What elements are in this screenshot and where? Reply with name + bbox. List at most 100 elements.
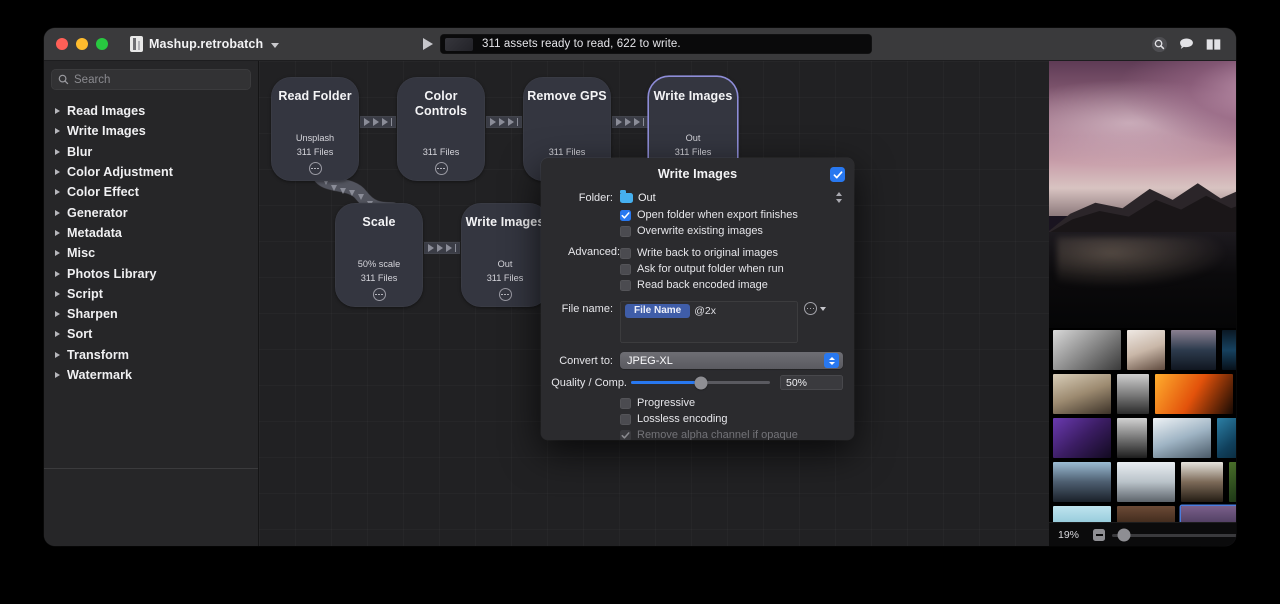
disclosure-triangle-icon[interactable] xyxy=(55,108,60,115)
thumbnail[interactable] xyxy=(1222,330,1236,370)
disclosure-triangle-icon[interactable] xyxy=(55,169,60,176)
sidebar-item-misc[interactable]: Misc xyxy=(44,243,258,263)
thumbnail[interactable] xyxy=(1181,462,1223,502)
sidebar-item-transform[interactable]: Transform xyxy=(44,345,258,365)
book-icon[interactable] xyxy=(1205,36,1222,53)
thumbnail[interactable] xyxy=(1155,374,1233,414)
option-ask-for-output-folder-when-run[interactable]: Ask for output folder when run xyxy=(620,261,843,277)
node-menu-button[interactable] xyxy=(373,288,386,301)
convert-format-select[interactable]: JPEG-XL xyxy=(620,352,843,369)
panel-body: Folder: Out Open folder when export fini… xyxy=(541,181,854,440)
run-button[interactable] xyxy=(419,35,437,53)
minimize-button[interactable] xyxy=(76,38,88,50)
thumbnail[interactable] xyxy=(1053,330,1121,370)
quality-value-field[interactable]: 50% xyxy=(780,375,843,390)
sidebar-item-write-images[interactable]: Write Images xyxy=(44,121,258,141)
checkbox[interactable] xyxy=(620,247,631,259)
folder-row[interactable]: Folder: Out xyxy=(541,190,843,205)
checkbox[interactable] xyxy=(620,263,631,275)
option-open-folder-when-export-finishes[interactable]: Open folder when export finishes xyxy=(620,207,843,223)
sidebar-item-sharpen[interactable]: Sharpen xyxy=(44,304,258,324)
node-scale[interactable]: Scale 50% scale 311 Files xyxy=(335,203,423,307)
zoom-slider[interactable] xyxy=(1112,528,1236,542)
filename-menu-button[interactable] xyxy=(804,302,826,315)
zoom-out-button[interactable] xyxy=(1093,529,1105,541)
thumbnail[interactable] xyxy=(1053,462,1111,502)
thumbnail[interactable] xyxy=(1117,462,1175,502)
close-button[interactable] xyxy=(56,38,68,50)
inspector-search-icon[interactable] xyxy=(1151,36,1168,53)
disclosure-triangle-icon[interactable] xyxy=(55,270,60,277)
option-overwrite-existing-images[interactable]: Overwrite existing images xyxy=(620,223,843,239)
checkbox[interactable] xyxy=(620,209,631,221)
sidebar-item-metadata[interactable]: Metadata xyxy=(44,223,258,243)
option-lossless-encoding[interactable]: Lossless encoding xyxy=(620,411,843,427)
option-read-back-encoded-image[interactable]: Read back encoded image xyxy=(620,277,843,293)
connector-scale-to-write2[interactable] xyxy=(424,242,460,254)
sidebar-item-blur[interactable]: Blur xyxy=(44,142,258,162)
zoom-slider-knob[interactable] xyxy=(1117,528,1131,542)
thumbnail[interactable] xyxy=(1053,418,1111,458)
option-write-back-to-original-images[interactable]: Write back to original images xyxy=(620,245,843,261)
node-menu-button[interactable] xyxy=(435,162,448,175)
quality-slider[interactable] xyxy=(631,376,770,389)
thumbnail[interactable] xyxy=(1217,418,1236,458)
disclosure-triangle-icon[interactable] xyxy=(55,290,60,297)
checkbox[interactable] xyxy=(620,397,631,409)
node-menu-button[interactable] xyxy=(309,162,322,175)
thumbnail[interactable] xyxy=(1171,330,1216,370)
sidebar-item-color-effect[interactable]: Color Effect xyxy=(44,182,258,202)
sidebar-item-generator[interactable]: Generator xyxy=(44,202,258,222)
disclosure-triangle-icon[interactable] xyxy=(55,209,60,216)
thumbnail[interactable] xyxy=(1117,418,1147,458)
chevron-down-icon[interactable] xyxy=(271,42,280,48)
connector-color-to-gps[interactable] xyxy=(486,116,522,128)
disclosure-triangle-icon[interactable] xyxy=(55,229,60,236)
connector-gps-to-write[interactable] xyxy=(612,116,648,128)
thumbnail[interactable] xyxy=(1053,374,1111,414)
option-label: Overwrite existing images xyxy=(637,225,763,237)
disclosure-triangle-icon[interactable] xyxy=(55,250,60,257)
checkbox[interactable] xyxy=(620,279,631,291)
filename-input[interactable]: File Name @2x xyxy=(620,301,798,343)
checkbox[interactable] xyxy=(620,413,631,425)
node-color-controls[interactable]: Color Controls 311 Files xyxy=(397,77,485,181)
panel-enable-checkbox[interactable] xyxy=(830,167,845,182)
checkbox[interactable] xyxy=(620,225,631,237)
sidebar-item-script[interactable]: Script xyxy=(44,284,258,304)
sidebar-item-sort[interactable]: Sort xyxy=(44,324,258,344)
node-write-images-2[interactable]: Write Images Out 311 Files xyxy=(461,203,549,307)
window-body: Search Read Images Write Images Blur Color … xyxy=(44,61,1236,546)
folder-stepper[interactable] xyxy=(835,190,843,205)
disclosure-triangle-icon[interactable] xyxy=(55,351,60,358)
filename-token[interactable]: File Name xyxy=(625,304,691,318)
disclosure-triangle-icon[interactable] xyxy=(55,148,60,155)
sidebar-item-watermark[interactable]: Watermark xyxy=(44,365,258,385)
sidebar-item-read-images[interactable]: Read Images xyxy=(44,101,258,121)
node-read-folder[interactable]: Read Folder Unsplash 311 Files xyxy=(271,77,359,181)
disclosure-triangle-icon[interactable] xyxy=(55,128,60,135)
node-menu-button[interactable] xyxy=(499,288,512,301)
disclosure-triangle-icon[interactable] xyxy=(55,331,60,338)
disclosure-triangle-icon[interactable] xyxy=(55,311,60,318)
thumbnail[interactable] xyxy=(1127,330,1165,370)
option-label: Ask for output folder when run xyxy=(637,263,784,275)
node-canvas[interactable]: Read Folder Unsplash 311 Files Color Control… xyxy=(259,61,1236,546)
sidebar-item-photos-library[interactable]: Photos Library xyxy=(44,263,258,283)
sidebar-item-color-adjustment[interactable]: Color Adjustment xyxy=(44,162,258,182)
title-bar: Mashup.retrobatch 311 assets ready to re… xyxy=(44,28,1236,61)
thumbnail[interactable] xyxy=(1117,374,1149,414)
connector-read-to-color[interactable] xyxy=(360,116,396,128)
zoom-button[interactable] xyxy=(96,38,108,50)
comment-bubble-icon[interactable] xyxy=(1178,36,1195,53)
search-input[interactable]: Search xyxy=(51,69,251,90)
hero-preview-image[interactable] xyxy=(1049,61,1236,328)
quality-slider-knob[interactable] xyxy=(694,376,707,389)
disclosure-triangle-icon[interactable] xyxy=(55,372,60,378)
thumbnail[interactable] xyxy=(1229,462,1236,502)
thumbnail[interactable] xyxy=(1153,418,1211,458)
option-progressive[interactable]: Progressive xyxy=(620,395,843,411)
document-title-group[interactable]: Mashup.retrobatch xyxy=(130,36,280,52)
disclosure-triangle-icon[interactable] xyxy=(55,189,60,196)
thumbnail-grid[interactable] xyxy=(1049,328,1236,546)
